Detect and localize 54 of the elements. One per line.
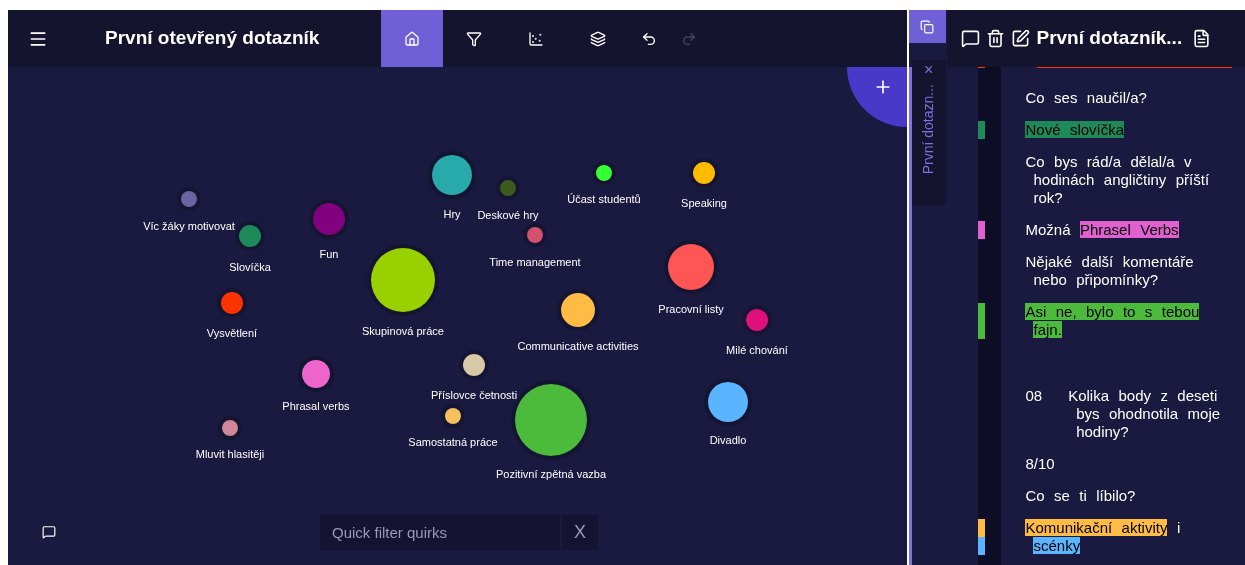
bubble-label: Milé chování xyxy=(726,342,788,358)
bubble-label: Pozitivní zpětná vazba xyxy=(495,466,607,482)
question-text: Co ses naučil/a? xyxy=(1025,89,1148,107)
bubble-label: Příslovce četnosti xyxy=(430,387,518,403)
bubble[interactable] xyxy=(218,416,242,440)
bubble-label: Deskové hry xyxy=(477,207,539,223)
bubble[interactable] xyxy=(441,404,465,428)
bubble-label: Mluvit hlasitěji xyxy=(195,446,265,462)
bubble[interactable] xyxy=(704,378,752,426)
bubble-label: Divadlo xyxy=(709,432,747,448)
bubble-label: Účast studentů xyxy=(567,191,641,207)
bubble-label: Pracovní listy xyxy=(658,301,724,317)
bubble-label: Fun xyxy=(319,246,339,262)
question-text: Co bys rád/a dělal/a v hodinách angličtiny příští rok? xyxy=(1025,153,1211,207)
question-number: 08 xyxy=(1025,387,1043,406)
document-title: První dotazník... xyxy=(1036,26,1183,51)
question-text: Nějaké další komentáře nebo připomínky? xyxy=(1025,253,1195,289)
bubble[interactable] xyxy=(664,240,718,294)
bubble-label: Hry xyxy=(443,206,461,222)
toolbar-button[interactable] xyxy=(381,10,443,67)
question-text: Co se ti líbilo? xyxy=(1025,487,1137,505)
bubble-label: Speaking xyxy=(681,195,727,211)
bubble[interactable] xyxy=(298,356,334,392)
bubble-label: Víc žáky motivovat xyxy=(143,218,235,234)
copy-button[interactable] xyxy=(908,10,946,43)
bubble-label: Samostatná práce xyxy=(408,434,498,450)
question-text: Kolika body z deseti bys ohodnotila moje hodiny? xyxy=(1068,387,1222,441)
answer-text: Asi ne, bylo to s tebou fajn. xyxy=(1025,303,1201,339)
bubble[interactable] xyxy=(592,161,616,185)
bubble[interactable] xyxy=(557,289,599,331)
bubble-label: Communicative activities xyxy=(517,338,639,354)
answer-text: Nové slovíčka xyxy=(1025,121,1126,139)
quick-filter-field[interactable]: Quick filter quirks xyxy=(320,515,560,550)
copy-icon xyxy=(920,19,935,34)
bubble[interactable] xyxy=(459,350,489,380)
bubble-label: Phrasal verbs xyxy=(282,398,350,414)
app-title: První otevřený dotazník xyxy=(105,26,321,51)
close-tab-button[interactable]: × xyxy=(923,62,934,78)
bubble-label: Skupinová práce xyxy=(362,323,444,339)
side-tab[interactable]: × První dotazn... xyxy=(911,60,946,205)
bubble-label: Vysvětlení xyxy=(206,325,258,341)
question-text: 8/10 xyxy=(1025,455,1056,473)
edit-icon[interactable] xyxy=(1011,29,1031,48)
comment-icon[interactable] xyxy=(42,525,56,539)
bubble-label: Time management xyxy=(489,254,581,270)
clear-filter-button[interactable]: X xyxy=(562,515,598,550)
bubble[interactable] xyxy=(689,158,719,188)
side-tab-label: První dotazn... xyxy=(919,84,938,175)
bubble-label: Slovíčka xyxy=(229,259,271,275)
trash-icon[interactable] xyxy=(986,29,1006,48)
bubble[interactable] xyxy=(428,151,476,199)
answer-text: Možná Phrasel Verbs xyxy=(1025,221,1180,239)
document-icon[interactable] xyxy=(1192,29,1212,48)
comment-icon[interactable] xyxy=(961,29,981,48)
